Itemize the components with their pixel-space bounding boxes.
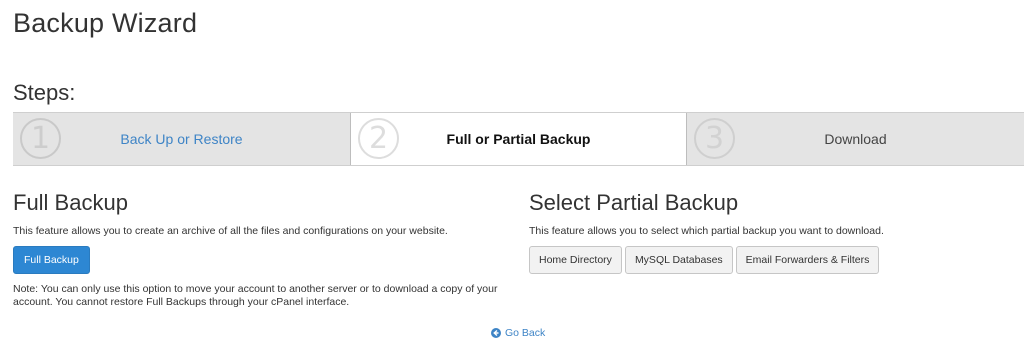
step-number-3-icon: 3 xyxy=(694,118,735,159)
steps-bar: 1 Back Up or Restore 2 Full or Partial B… xyxy=(13,112,1024,166)
step-number-2-icon: 2 xyxy=(358,118,399,159)
step-download: 3 Download xyxy=(687,113,1024,165)
home-directory-button[interactable]: Home Directory xyxy=(529,246,622,274)
full-backup-title: Full Backup xyxy=(13,190,128,215)
step-label: Download xyxy=(824,131,887,147)
step-label: Full or Partial Backup xyxy=(446,131,591,147)
mysql-databases-button[interactable]: MySQL Databases xyxy=(624,246,733,274)
go-back-link[interactable]: Go Back xyxy=(491,327,545,339)
partial-backup-button-group: Home Directory MySQL Databases Email For… xyxy=(529,246,1009,274)
full-backup-note: Note: You can only use this option to mo… xyxy=(13,283,498,308)
partial-backup-title: Select Partial Backup xyxy=(529,190,739,215)
step-full-or-partial-backup: 2 Full or Partial Backup xyxy=(350,113,687,165)
step-back-up-or-restore[interactable]: 1 Back Up or Restore xyxy=(13,113,350,165)
steps-heading: Steps: xyxy=(13,80,76,105)
full-backup-button[interactable]: Full Backup xyxy=(13,246,90,274)
arrow-circle-left-icon xyxy=(491,328,501,338)
email-forwarders-filters-button[interactable]: Email Forwarders & Filters xyxy=(735,246,880,274)
partial-backup-section: Select Partial Backup This feature allow… xyxy=(529,190,1009,274)
page-title: Backup Wizard xyxy=(13,8,198,38)
step-number-1-icon: 1 xyxy=(20,118,61,159)
partial-backup-description: This feature allows you to select which … xyxy=(529,225,884,237)
go-back-label[interactable]: Go Back xyxy=(505,327,545,339)
step-label[interactable]: Back Up or Restore xyxy=(120,131,242,147)
full-backup-section: Full Backup This feature allows you to c… xyxy=(13,190,513,309)
full-backup-description: This feature allows you to create an arc… xyxy=(13,225,448,237)
